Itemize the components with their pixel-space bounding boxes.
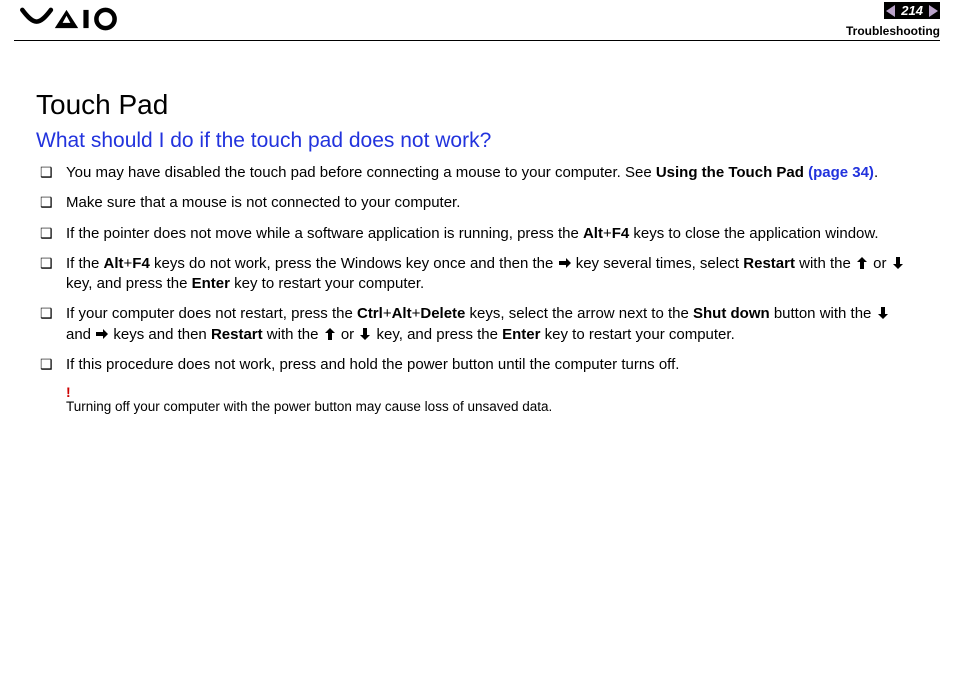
arrow-up-icon [855,256,869,270]
prev-page-arrow-icon[interactable] [886,5,895,17]
ref-title: Using the Touch Pad [656,164,808,181]
page-number: 214 [901,3,923,18]
vaio-logo [18,6,128,32]
note-text: Turning off your computer with the power… [66,399,552,414]
arrow-right-icon [558,256,572,270]
question-heading: What should I do if the touch pad does n… [36,129,918,153]
list-item: If the pointer does not move while a sof… [36,224,918,244]
page-ref-link[interactable]: (page 34) [808,164,874,181]
arrow-down-icon [876,306,890,320]
bang-icon: ! [66,385,918,399]
list-item: Make sure that a mouse is not connected … [36,193,918,213]
list-item: You may have disabled the touch pad befo… [36,163,918,183]
arrow-up-icon [323,327,337,341]
arrow-down-icon [358,327,372,341]
caution-note: ! Turning off your computer with the pow… [66,385,918,414]
page-content: Touch Pad What should I do if the touch … [0,41,954,414]
page-number-nav[interactable]: 214 [884,2,940,19]
list-item: If your computer does not restart, press… [36,304,918,345]
bullet-list: You may have disabled the touch pad befo… [36,163,918,375]
page-header: 214 Troubleshooting [0,0,954,40]
page-title: Touch Pad [36,89,918,121]
list-item: If this procedure does not work, press a… [36,355,918,375]
arrow-right-icon [95,327,109,341]
list-item: If the Alt+F4 keys do not work, press th… [36,254,918,295]
section-label: Troubleshooting [846,24,940,38]
arrow-down-icon [891,256,905,270]
next-page-arrow-icon[interactable] [929,5,938,17]
